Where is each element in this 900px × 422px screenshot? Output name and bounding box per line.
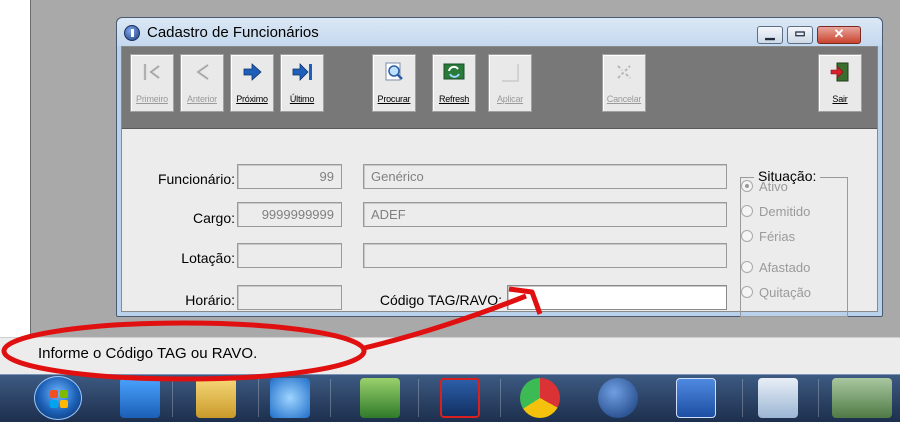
window-title: Cadastro de Funcionários [147,24,319,41]
funcionario-label: Funcionário: [157,171,235,187]
ativo-label: Ativo [759,179,788,194]
exit-label: Sair [832,94,848,104]
situacao-option-demitido[interactable]: Demitido [741,204,810,219]
ferias-label: Férias [759,229,796,244]
previous-record-label: Anterior [187,94,217,104]
lotacao-name-field[interactable] [363,243,727,268]
cargo-label: Cargo: [192,210,235,226]
exit-button[interactable]: Sair [818,54,862,112]
truck-icon[interactable] [832,378,892,418]
last-record-button[interactable]: Último [280,54,324,112]
radio-icon [741,230,753,242]
previous-record-icon [195,63,209,81]
demitido-label: Demitido [759,204,811,219]
app-t-icon[interactable] [598,378,638,418]
media-player-icon[interactable] [120,378,160,418]
word-icon[interactable] [676,378,716,418]
taskbar-separator [818,379,819,417]
next-record-button[interactable]: Próximo [230,54,274,112]
situacao-option-afastado[interactable]: Afastado [741,260,810,275]
situacao-option-ativo[interactable]: Ativo [741,179,788,194]
last-record-icon [292,63,312,81]
next-record-label: Próximo [236,94,268,104]
next-record-icon [243,63,262,81]
taskbar-separator [500,379,501,417]
cancel-icon [617,65,631,79]
close-button[interactable]: ✕ [817,26,861,44]
quitacao-label: Quitação [759,285,812,300]
radio-icon [741,261,753,273]
minimize-button[interactable]: ▁ [757,26,783,44]
network-tool-icon[interactable] [360,378,400,418]
taskbar-separator [330,379,331,417]
codigo-tag-label: Código TAG/RAVO: [379,292,502,308]
horario-label: Horário: [185,292,235,308]
taskbar-separator [742,379,743,417]
apply-icon [502,64,519,82]
maximize-button[interactable]: ▭ [787,26,813,44]
afastado-label: Afastado [759,260,811,275]
cancel-label: Cancelar [606,94,642,104]
radio-icon [741,205,753,217]
maximize-icon: ▭ [794,26,806,40]
employee-registration-window: Cadastro de Funcionários ▁ ▭ ✕ Primeiro [116,17,883,317]
lotacao-label: Lotação: [181,250,235,266]
close-icon: ✕ [833,26,845,41]
title-bar[interactable]: Cadastro de Funcionários ▁ ▭ ✕ [117,18,882,46]
minimize-icon: ▁ [765,26,775,40]
search-icon [385,62,403,81]
exit-door-icon [830,62,849,82]
previous-record-button[interactable]: Anterior [180,54,224,112]
start-button[interactable] [34,376,82,420]
first-record-button[interactable]: Primeiro [130,54,174,112]
funcionario-name-field[interactable]: Genérico [363,164,727,189]
horario-field[interactable] [237,285,342,310]
taskbar-separator [172,379,173,417]
network-map-icon[interactable] [758,378,798,418]
cargo-name-field[interactable]: ADEF [363,202,727,227]
apply-label: Aplicar [496,94,524,104]
taskbar-separator [418,379,419,417]
first-record-label: Primeiro [136,94,168,104]
first-record-icon [143,64,160,80]
windows-start-icon [50,390,68,408]
window-client-area: Primeiro Anterior Próximo Último Procura… [121,46,878,317]
cancel-button[interactable]: Cancelar [602,54,646,112]
app-info-icon [124,25,140,41]
cargo-code-field[interactable]: 9999999999 [237,202,342,227]
last-record-label: Último [289,94,315,104]
refresh-icon [443,63,465,80]
radio-selected-icon [741,180,753,192]
screen: Cadastro de Funcionários ▁ ▭ ✕ Primeiro [0,0,900,422]
refresh-label: Refresh [438,94,470,104]
situacao-option-quitacao[interactable]: Quitação [741,285,811,300]
apply-button[interactable]: Aplicar [488,54,532,112]
sql-tools-icon[interactable] [440,378,480,418]
search-button[interactable]: Procurar [372,54,416,112]
lotacao-code-field[interactable] [237,243,342,268]
record-toolbar: Primeiro Anterior Próximo Último Procura… [122,47,877,129]
refresh-button[interactable]: Refresh [432,54,476,112]
chrome-icon[interactable] [520,378,560,418]
situacao-option-ferias[interactable]: Férias [741,229,795,244]
file-explorer-icon[interactable] [196,378,236,418]
radio-icon [741,286,753,298]
search-label: Procurar [377,94,411,104]
taskbar-separator [258,379,259,417]
status-message: Informe o Código TAG ou RAVO. [38,345,258,362]
funcionario-code-field[interactable]: 99 [237,164,342,189]
codigo-tag-input[interactable] [507,285,727,310]
internet-explorer-icon[interactable] [270,378,310,418]
